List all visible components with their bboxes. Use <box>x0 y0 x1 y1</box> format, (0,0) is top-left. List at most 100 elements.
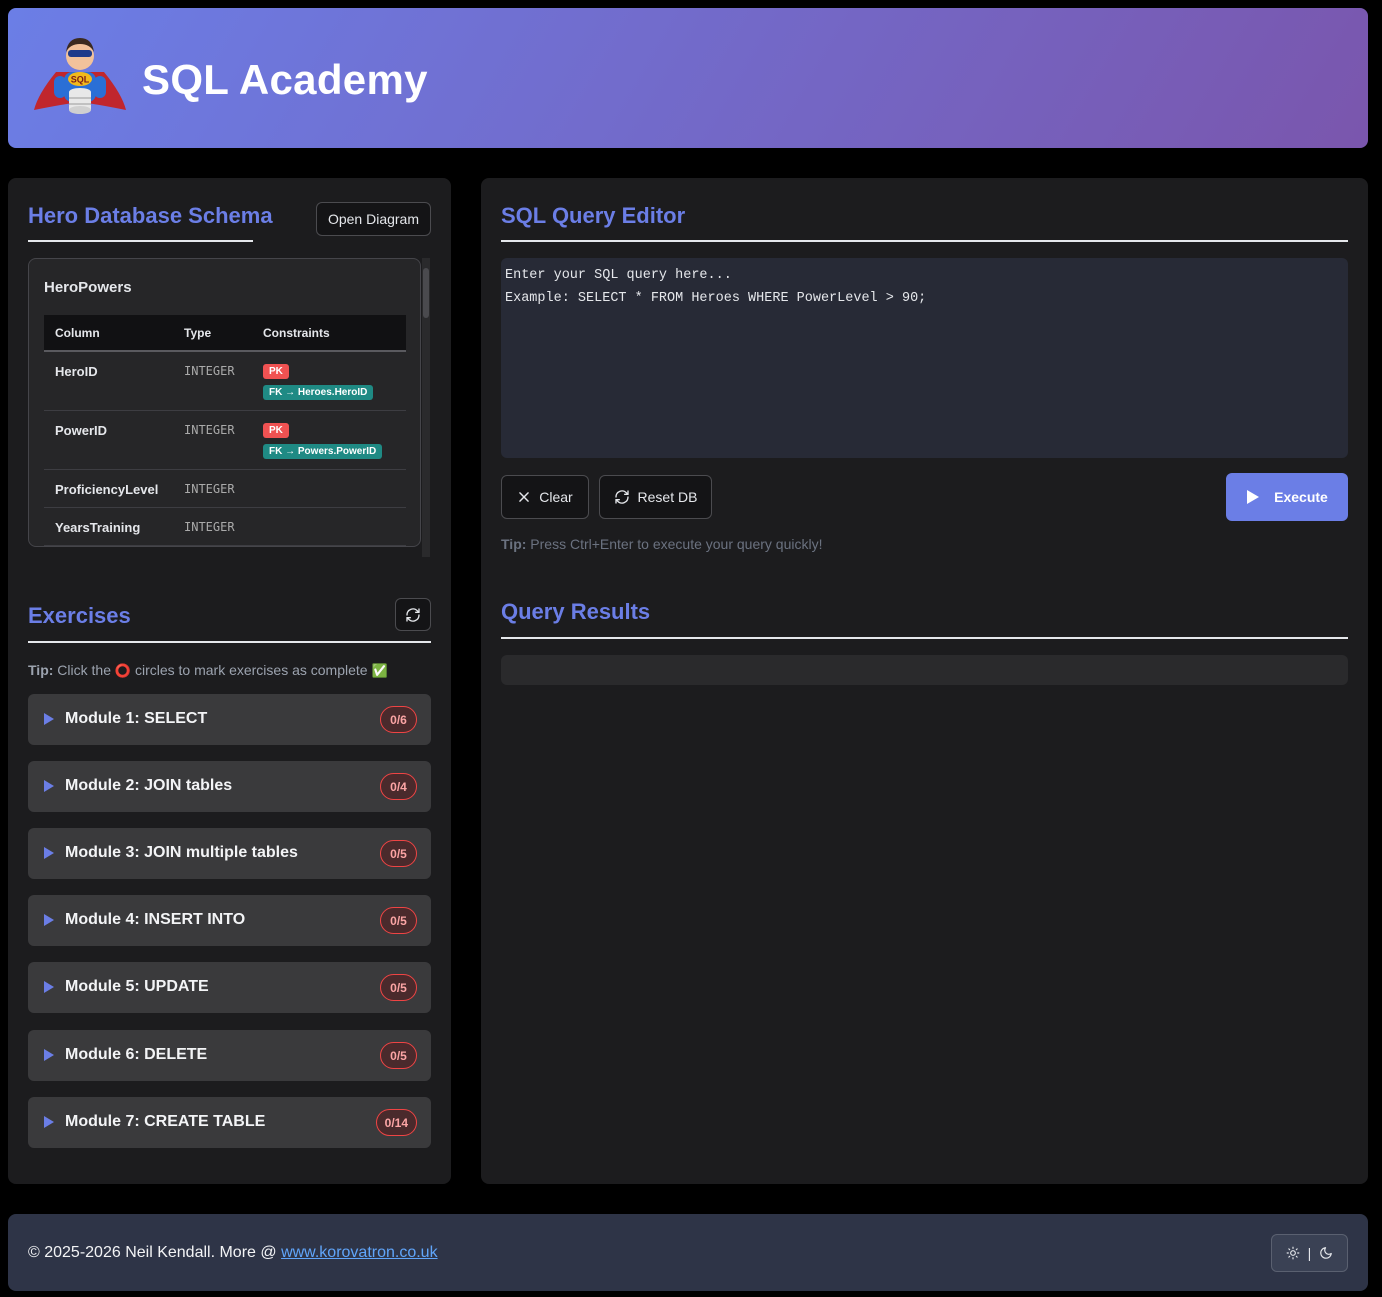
column-constraints <box>252 469 406 508</box>
module-label: Module 3: JOIN multiple tables <box>65 844 298 861</box>
sun-icon[interactable] <box>1286 1246 1300 1260</box>
tip-text-after: circles to mark exercises as complete <box>134 662 368 678</box>
footer-text: © 2025-2026 Neil Kendall. More @ www.kor… <box>28 1244 438 1262</box>
editor-title: SQL Query Editor <box>501 203 686 228</box>
column-constraints: PK FK → Heroes.HeroID <box>252 351 406 411</box>
expand-triangle-icon <box>44 847 54 859</box>
footer: © 2025-2026 Neil Kendall. More @ www.kor… <box>8 1214 1368 1291</box>
table-row: PowerID INTEGER PK FK → Powers.PowerID <box>44 410 406 470</box>
refresh-icon <box>614 490 629 504</box>
close-icon <box>519 492 530 502</box>
moon-icon[interactable] <box>1319 1246 1333 1260</box>
results-title: Query Results <box>501 599 651 624</box>
module-progress-badge: 0/14 <box>375 1109 417 1136</box>
schema-table-card: HeroPowers Column Type Constraints HeroI… <box>28 258 421 547</box>
exercises-title: Exercises <box>28 603 131 628</box>
schema-scrollbar-thumb[interactable] <box>423 268 429 318</box>
column-name: PowerID <box>44 410 173 470</box>
right-panel: SQL Query Editor Enter your SQL query he… <box>481 178 1368 1184</box>
open-diagram-button[interactable]: Open Diagram <box>316 202 431 236</box>
module-4[interactable]: Module 4: INSERT INTO 0/5 <box>28 895 431 946</box>
module-progress-badge: 0/5 <box>380 974 417 1001</box>
table-row: ProficiencyLevel INTEGER <box>44 469 406 508</box>
module-progress-badge: 0/4 <box>380 773 417 800</box>
clear-button-label: Clear <box>539 489 573 505</box>
expand-triangle-icon <box>44 1116 54 1128</box>
website-link[interactable]: www.korovatron.co.uk <box>281 1244 438 1261</box>
exercises-tip: Tip: Click the ⭕ circles to mark exercis… <box>28 662 388 679</box>
module-5[interactable]: Module 5: UPDATE 0/5 <box>28 962 431 1013</box>
column-header-column: Column <box>44 315 173 352</box>
module-progress-badge: 0/5 <box>380 1042 417 1069</box>
execute-button-label: Execute <box>1274 489 1328 505</box>
reset-db-button[interactable]: Reset DB <box>599 475 712 519</box>
module-3[interactable]: Module 3: JOIN multiple tables 0/5 <box>28 828 431 879</box>
module-6[interactable]: Module 6: DELETE 0/5 <box>28 1030 431 1081</box>
refresh-exercises-button[interactable] <box>395 598 431 631</box>
column-name: ProficiencyLevel <box>44 469 173 508</box>
exercises-title-underline <box>28 641 431 643</box>
schema-table-name: HeroPowers <box>44 279 132 296</box>
column-type: INTEGER <box>173 469 252 508</box>
fk-badge: FK → Powers.PowerID <box>263 444 383 459</box>
editor-tip-text: Press Ctrl+Enter to execute your query q… <box>530 536 823 552</box>
app-title: SQL Academy <box>142 56 428 103</box>
editor-tip-label: Tip: <box>501 536 527 552</box>
tip-label: Tip: <box>28 662 54 678</box>
pk-badge: PK <box>263 423 289 438</box>
module-label: Module 2: JOIN tables <box>65 777 233 794</box>
copyright-text: © 2025-2026 Neil Kendall. More @ <box>28 1244 277 1261</box>
module-label: Module 1: SELECT <box>65 710 208 727</box>
column-name: YearsTraining <box>44 507 173 546</box>
svg-text:SQL: SQL <box>71 75 90 85</box>
column-type: INTEGER <box>173 410 252 470</box>
column-name: HeroID <box>44 351 173 411</box>
pk-badge: PK <box>263 364 289 379</box>
app-header: SQL SQL Academy <box>8 8 1368 148</box>
fk-badge: FK → Heroes.HeroID <box>263 385 374 400</box>
table-row: YearsTraining INTEGER <box>44 507 406 546</box>
superhero-logo-icon: SQL <box>34 38 126 114</box>
expand-triangle-icon <box>44 713 54 725</box>
column-header-type: Type <box>173 315 252 352</box>
module-2[interactable]: Module 2: JOIN tables 0/4 <box>28 761 431 812</box>
circle-icon: ⭕ <box>114 663 132 678</box>
refresh-icon <box>406 607 420 622</box>
module-1[interactable]: Module 1: SELECT 0/6 <box>28 694 431 745</box>
execute-button[interactable]: Execute <box>1226 473 1348 521</box>
expand-triangle-icon <box>44 780 54 792</box>
reset-db-button-label: Reset DB <box>637 489 698 505</box>
sql-query-input[interactable]: Enter your SQL query here... Example: SE… <box>501 258 1348 458</box>
theme-toggle[interactable]: | <box>1271 1234 1348 1272</box>
table-row: HeroID INTEGER PK FK → Heroes.HeroID <box>44 351 406 411</box>
expand-triangle-icon <box>44 981 54 993</box>
schema-columns-table: Column Type Constraints HeroID INTEGER P… <box>44 315 406 546</box>
column-constraints <box>252 507 406 546</box>
editor-tip: Tip: Press Ctrl+Enter to execute your qu… <box>501 536 822 552</box>
play-icon <box>1247 490 1260 504</box>
module-label: Module 6: DELETE <box>65 1046 208 1063</box>
module-progress-badge: 0/5 <box>380 840 417 867</box>
schema-title: Hero Database Schema <box>28 203 273 228</box>
tip-text-before: Click the <box>57 662 111 678</box>
clear-button[interactable]: Clear <box>501 475 589 519</box>
schema-title-underline <box>28 240 253 242</box>
expand-triangle-icon <box>44 914 54 926</box>
query-results-area <box>501 655 1348 685</box>
column-header-constraints: Constraints <box>252 315 406 352</box>
expand-triangle-icon <box>44 1049 54 1061</box>
toggle-separator: | <box>1307 1245 1312 1261</box>
module-label: Module 7: CREATE TABLE <box>65 1113 266 1130</box>
column-type: INTEGER <box>173 507 252 546</box>
module-7[interactable]: Module 7: CREATE TABLE 0/14 <box>28 1097 431 1148</box>
module-label: Module 4: INSERT INTO <box>65 911 246 928</box>
module-progress-badge: 0/5 <box>380 907 417 934</box>
module-progress-badge: 0/6 <box>380 706 417 733</box>
results-title-underline <box>501 637 1348 639</box>
module-label: Module 5: UPDATE <box>65 978 209 995</box>
checkmark-icon: ✅ <box>371 663 388 678</box>
left-panel: Hero Database Schema Open Diagram HeroPo… <box>8 178 451 1184</box>
column-type: INTEGER <box>173 351 252 411</box>
editor-title-underline <box>501 240 1348 242</box>
column-constraints: PK FK → Powers.PowerID <box>252 410 406 470</box>
